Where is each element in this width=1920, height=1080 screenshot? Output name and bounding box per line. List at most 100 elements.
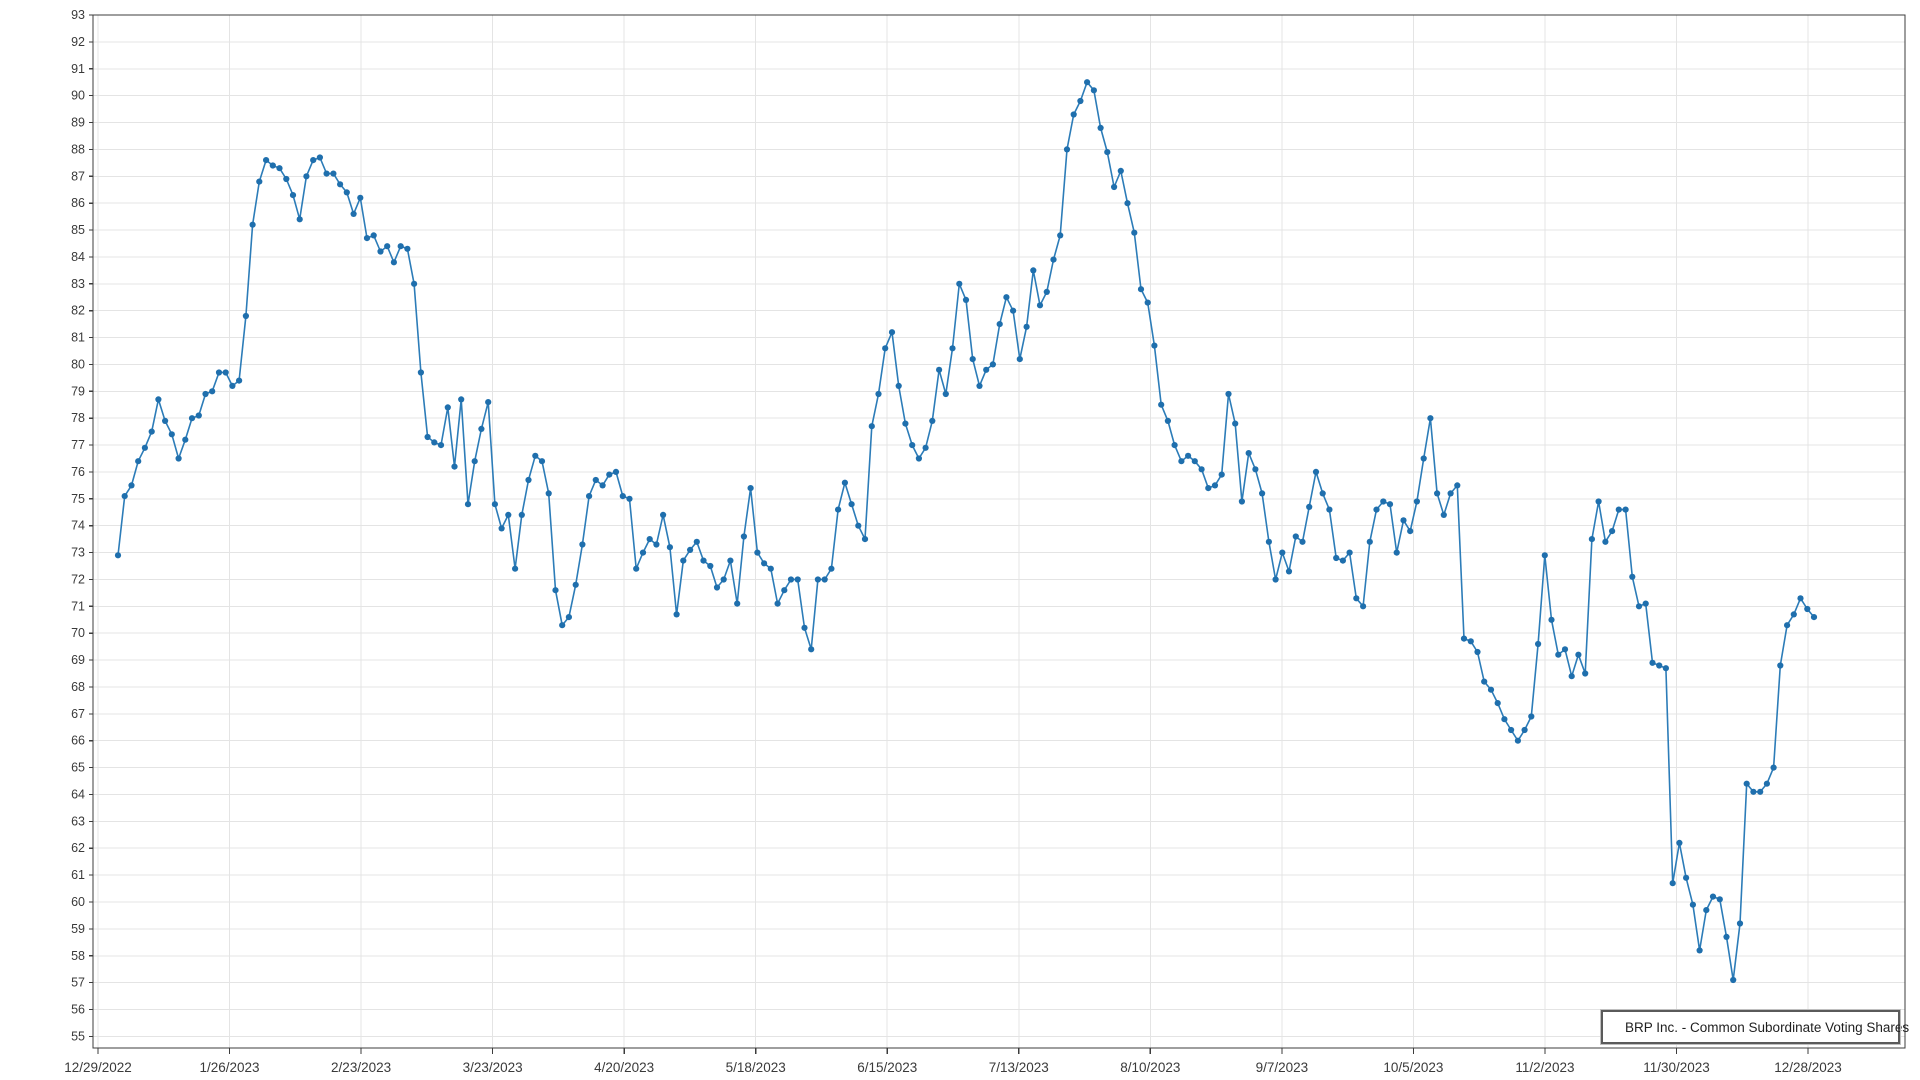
data-point — [317, 154, 323, 160]
data-point — [1468, 638, 1474, 644]
data-point — [512, 566, 518, 572]
data-point — [1098, 125, 1104, 131]
y-axis-label: 80 — [71, 357, 85, 371]
y-axis-label: 73 — [71, 546, 85, 560]
data-point — [1555, 652, 1561, 658]
data-point — [700, 558, 706, 564]
data-point — [983, 367, 989, 373]
data-point — [835, 507, 841, 513]
data-point — [1212, 482, 1218, 488]
y-axis-label: 67 — [71, 707, 85, 721]
data-point — [882, 345, 888, 351]
data-point — [1219, 472, 1225, 478]
data-point — [1172, 442, 1178, 448]
data-point — [626, 496, 632, 502]
y-axis-label: 86 — [71, 196, 85, 210]
data-point — [546, 490, 552, 496]
y-axis-label: 90 — [71, 89, 85, 103]
data-point — [1158, 402, 1164, 408]
data-point — [1232, 421, 1238, 427]
data-point — [431, 439, 437, 445]
data-point — [135, 458, 141, 464]
data-point — [404, 246, 410, 252]
data-point — [344, 189, 350, 195]
data-point — [519, 512, 525, 518]
y-axis-label: 93 — [71, 8, 85, 22]
data-point — [775, 601, 781, 607]
data-point — [1623, 507, 1629, 513]
data-point — [828, 566, 834, 572]
y-axis-label: 74 — [71, 519, 85, 533]
plot-area[interactable] — [93, 15, 1905, 1048]
x-axis-label: 7/13/2023 — [989, 1060, 1049, 1075]
data-point — [303, 173, 309, 179]
x-axis-label: 6/15/2023 — [857, 1060, 917, 1075]
data-point — [499, 525, 505, 531]
data-point — [970, 356, 976, 362]
data-point — [586, 493, 592, 499]
data-point — [1690, 902, 1696, 908]
data-point — [1427, 415, 1433, 421]
data-point — [909, 442, 915, 448]
y-axis-label: 75 — [71, 492, 85, 506]
legend[interactable]: BRP Inc. - Common Subordinate Voting Sha… — [1601, 1010, 1900, 1044]
y-axis-label: 83 — [71, 277, 85, 291]
data-point — [371, 232, 377, 238]
data-point — [801, 625, 807, 631]
data-point — [1273, 576, 1279, 582]
x-axis-label: 11/2/2023 — [1515, 1060, 1574, 1075]
data-point — [714, 584, 720, 590]
y-axis-label: 64 — [71, 787, 85, 801]
data-point — [680, 558, 686, 564]
data-point — [923, 445, 929, 451]
data-point — [929, 418, 935, 424]
data-point — [1569, 673, 1575, 679]
data-point — [1030, 267, 1036, 273]
data-point — [142, 445, 148, 451]
data-point — [1629, 574, 1635, 580]
data-point — [842, 480, 848, 486]
data-point — [1474, 649, 1480, 655]
data-point — [761, 560, 767, 566]
data-point — [1461, 636, 1467, 642]
data-point — [525, 477, 531, 483]
data-point — [875, 391, 881, 397]
x-axis-label: 11/30/2023 — [1643, 1060, 1710, 1075]
y-axis-label: 70 — [71, 626, 85, 640]
data-point — [1616, 507, 1622, 513]
data-point — [1589, 536, 1595, 542]
data-point — [276, 165, 282, 171]
legend-series-label: BRP Inc. - Common Subordinate Voting Sha… — [1625, 1020, 1909, 1035]
data-point — [505, 512, 511, 518]
data-point — [795, 576, 801, 582]
data-point — [202, 391, 208, 397]
data-point — [1811, 614, 1817, 620]
data-point — [1367, 539, 1373, 545]
data-point — [189, 415, 195, 421]
y-axis-label: 78 — [71, 411, 85, 425]
y-axis-label: 89 — [71, 116, 85, 130]
data-point — [1084, 79, 1090, 85]
data-point — [707, 563, 713, 569]
data-point — [478, 426, 484, 432]
data-point — [263, 157, 269, 163]
data-point — [149, 429, 155, 435]
x-axis-label: 3/23/2023 — [463, 1060, 523, 1075]
data-point — [169, 431, 175, 437]
data-point — [727, 558, 733, 564]
x-axis-label: 8/10/2023 — [1120, 1060, 1180, 1075]
data-point — [653, 541, 659, 547]
data-point — [754, 550, 760, 556]
x-axis-label: 12/29/2022 — [64, 1060, 132, 1075]
data-point — [1703, 907, 1709, 913]
data-point — [1670, 880, 1676, 886]
data-point — [1730, 977, 1736, 983]
data-point — [1656, 662, 1662, 668]
y-axis-label: 88 — [71, 142, 85, 156]
y-axis-label: 59 — [71, 922, 85, 936]
data-point — [418, 369, 424, 375]
y-axis-label: 87 — [71, 169, 85, 183]
data-point — [1326, 507, 1332, 513]
data-point — [660, 512, 666, 518]
data-point — [1777, 662, 1783, 668]
